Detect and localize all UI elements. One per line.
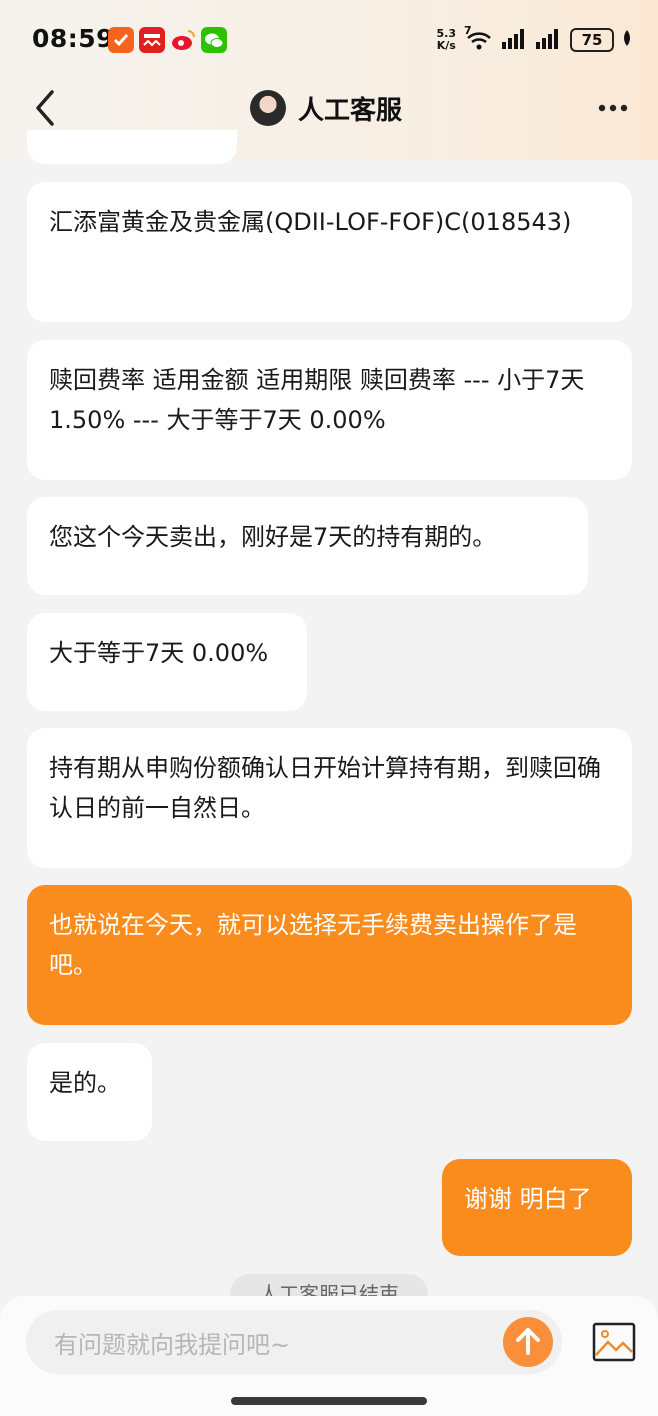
- message-text: 是的。: [49, 1069, 121, 1097]
- weibo-icon: [170, 27, 196, 53]
- message-bubble-agent: 是的。: [27, 1043, 152, 1141]
- message-bubble-agent: 大于等于7天 0.00%: [27, 613, 307, 711]
- more-dots-icon[interactable]: [598, 98, 628, 118]
- message-text: 大于等于7天 0.00%: [49, 639, 269, 667]
- message-input[interactable]: 有问题就向我提问吧~: [26, 1310, 562, 1374]
- agent-avatar: [250, 90, 286, 126]
- arrow-up-icon: [516, 1328, 540, 1355]
- signal-icon-2: [536, 27, 562, 53]
- signal-icon-1: [502, 27, 528, 53]
- header-title-group: 人工客服: [250, 88, 402, 128]
- wechat-icon: [201, 27, 227, 53]
- status-right-group: 5.3 K/s 7 75: [437, 24, 633, 54]
- status-time: 08:59: [32, 24, 115, 53]
- message-bubble-agent: 您这个今天卖出，刚好是7天的持有期的。: [27, 497, 588, 595]
- message-bubble-partial: [27, 130, 237, 164]
- chat-header: 人工客服: [0, 80, 658, 136]
- leaf-icon: [622, 29, 632, 51]
- status-bar: 08:59 5.3 K/s 7 75: [0, 0, 658, 80]
- battery-indicator: 75: [570, 28, 614, 52]
- message-text: 持有期从申购份额确认日开始计算持有期，到赎回确认日的前一自然日。: [49, 754, 601, 822]
- message-bubble-agent: 赎回费率 适用金额 适用期限 赎回费率 --- 小于7天 1.50% --- 大…: [27, 340, 632, 480]
- wifi-icon: 7: [464, 24, 494, 52]
- net-speed: 5.3 K/s: [437, 28, 457, 52]
- message-text: 赎回费率 适用金额 适用期限 赎回费率 --- 小于7天 1.50% --- 大…: [49, 366, 585, 434]
- message-text: 也就说在今天，就可以选择无手续费卖出操作了是吧。: [49, 911, 577, 979]
- page-title: 人工客服: [298, 95, 403, 126]
- send-button[interactable]: [503, 1317, 553, 1367]
- message-bubble-agent: 汇添富黄金及贵金属(QDII-LOF-FOF)C(018543): [27, 182, 632, 322]
- home-indicator: [231, 1397, 427, 1405]
- net-speed-unit: K/s: [436, 39, 456, 52]
- message-text: 汇添富黄金及贵金属(QDII-LOF-FOF)C(018543): [49, 208, 572, 236]
- message-text: 谢谢 明白了: [464, 1185, 592, 1213]
- image-picker-icon[interactable]: [592, 1322, 636, 1362]
- message-bubble-agent: 持有期从申购份额确认日开始计算持有期，到赎回确认日的前一自然日。: [27, 728, 632, 868]
- message-bubble-user: 谢谢 明白了: [442, 1159, 632, 1256]
- message-text: 您这个今天卖出，刚好是7天的持有期的。: [49, 523, 497, 551]
- message-bubble-user: 也就说在今天，就可以选择无手续费卖出操作了是吧。: [27, 885, 632, 1025]
- chevron-left-icon[interactable]: [30, 86, 60, 130]
- check-app-icon: [108, 27, 134, 53]
- input-placeholder: 有问题就向我提问吧~: [54, 1330, 291, 1359]
- news-app-icon: [139, 27, 165, 53]
